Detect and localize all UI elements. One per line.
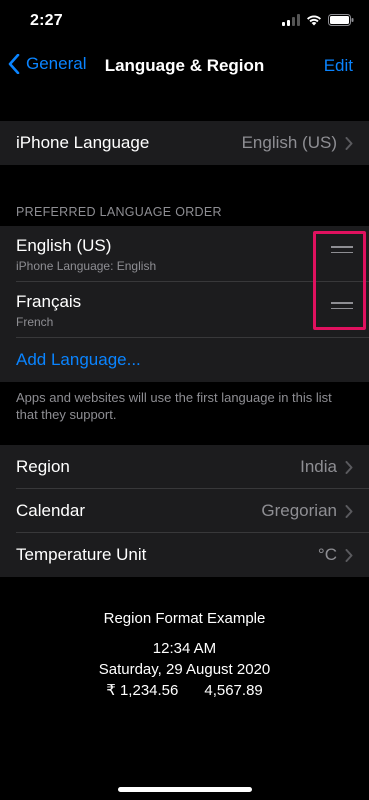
page-title: Language & Region xyxy=(104,56,265,75)
calendar-label: Calendar xyxy=(16,501,85,520)
home-indicator[interactable] xyxy=(117,787,252,792)
temperature-unit-label: Temperature Unit xyxy=(16,545,147,564)
status-time: 2:27 xyxy=(30,12,63,29)
edit-button[interactable]: Edit xyxy=(324,56,353,76)
preferred-language-order-header: PREFERRED LANGUAGE ORDER xyxy=(16,205,222,219)
wifi-icon xyxy=(307,15,321,26)
cellular-signal-icon xyxy=(282,14,300,26)
language-name: Français xyxy=(16,292,82,311)
navigation-bar: General Language & Region Edit xyxy=(0,44,369,88)
separator xyxy=(16,337,369,338)
chevron-right-icon xyxy=(345,548,353,562)
format-example-number: 4,567.89 xyxy=(204,682,263,699)
highlight-annotation-box xyxy=(313,231,366,330)
language-subtitle: French xyxy=(16,315,54,329)
calendar-value: Gregorian xyxy=(261,501,337,520)
temperature-unit-row[interactable]: Temperature Unit °C xyxy=(0,533,369,577)
language-name: English (US) xyxy=(16,236,112,255)
chevron-right-icon xyxy=(345,504,353,518)
language-subtitle: iPhone Language: English xyxy=(16,259,157,273)
chevron-right-icon xyxy=(345,460,353,474)
format-example-currency: ₹ 1,234.56 xyxy=(106,682,179,699)
region-label: Region xyxy=(16,457,70,476)
iphone-language-label: iPhone Language xyxy=(16,133,150,152)
format-example-time: 12:34 AM xyxy=(152,640,217,657)
chevron-right-icon xyxy=(345,136,353,150)
iphone-language-group: iPhone Language English (US) xyxy=(0,121,369,165)
region-row[interactable]: Region India xyxy=(0,445,369,489)
language-order-footer-note: Apps and websites will use the first lan… xyxy=(16,390,332,422)
region-format-example: Region Format Example 12:34 AM Saturday,… xyxy=(0,608,369,701)
format-example-title: Region Format Example xyxy=(103,610,266,627)
status-icons xyxy=(282,14,354,26)
region-value: India xyxy=(300,457,337,476)
status-bar: 2:27 xyxy=(0,0,369,44)
calendar-row[interactable]: Calendar Gregorian xyxy=(0,489,369,533)
iphone-language-value: English (US) xyxy=(241,133,337,152)
format-example-numbers: ₹ 1,234.56 4,567.89 xyxy=(0,680,369,701)
battery-icon xyxy=(328,14,354,26)
add-language-button[interactable]: Add Language... xyxy=(0,338,369,382)
region-settings-group: Region India Calendar Gregorian Temperat… xyxy=(0,445,369,577)
temperature-unit-value: °C xyxy=(317,545,337,564)
format-example-date: Saturday, 29 August 2020 xyxy=(98,661,271,678)
iphone-language-row[interactable]: iPhone Language English (US) xyxy=(0,121,369,165)
